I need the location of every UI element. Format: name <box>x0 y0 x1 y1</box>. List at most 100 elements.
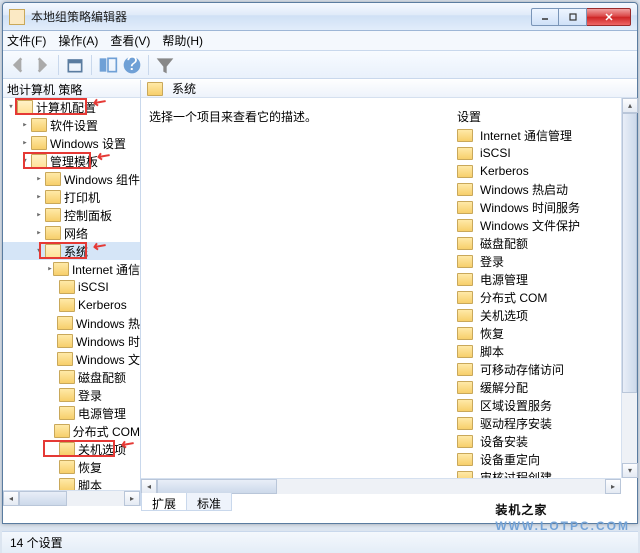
menu-help[interactable]: 帮助(H) <box>162 32 203 49</box>
list-item[interactable]: Windows 文件保护 <box>457 216 619 234</box>
tree-item[interactable]: ▸软件设置 <box>3 116 140 134</box>
tree-item-label: Windows 时 <box>76 333 140 350</box>
folder-icon <box>457 273 473 286</box>
tree-item[interactable]: Windows 时 <box>3 332 140 350</box>
expand-icon[interactable]: ▾ <box>19 156 31 166</box>
list-item[interactable]: 驱动程序安装 <box>457 414 619 432</box>
list-item[interactable]: 区域设置服务 <box>457 396 619 414</box>
scroll-left-icon[interactable]: ◂ <box>141 479 157 494</box>
minimize-button[interactable] <box>531 8 559 26</box>
list-item[interactable]: 审核过程创建 <box>457 468 619 478</box>
tree-hscrollbar[interactable]: ◂ ▸ <box>3 490 140 506</box>
tree-item[interactable]: 恢复 <box>3 458 140 476</box>
tree-item[interactable]: ▾管理模板 <box>3 152 140 170</box>
list-item[interactable]: 关机选项 <box>457 306 619 324</box>
detail-hscrollbar[interactable]: ◂ ▸ <box>141 478 621 494</box>
tree-item[interactable]: Windows 文 <box>3 350 140 368</box>
list-item-label: 电源管理 <box>480 271 528 288</box>
folder-icon <box>457 255 473 268</box>
scroll-left-icon[interactable]: ◂ <box>3 491 19 506</box>
help-icon[interactable]: ? <box>121 54 143 76</box>
tree-item[interactable]: ▸Windows 组件 <box>3 170 140 188</box>
scroll-track[interactable] <box>622 113 637 463</box>
menu-action[interactable]: 操作(A) <box>58 32 98 49</box>
scroll-thumb[interactable] <box>622 113 637 393</box>
tree-item[interactable]: ▾系统 <box>3 242 140 260</box>
expand-icon[interactable]: ▸ <box>19 138 31 148</box>
tab-standard[interactable]: 标准 <box>186 493 232 511</box>
tree-item[interactable]: 关机选项 <box>3 440 140 458</box>
tree-item[interactable]: ▸Internet 通信 <box>3 260 140 278</box>
list-item[interactable]: 脚本 <box>457 342 619 360</box>
scroll-up-icon[interactable]: ▴ <box>622 98 638 113</box>
menu-view[interactable]: 查看(V) <box>110 32 150 49</box>
folder-icon <box>457 183 473 196</box>
list-item[interactable]: Windows 热启动 <box>457 180 619 198</box>
list-item[interactable]: Kerberos <box>457 162 619 180</box>
tree-item[interactable]: ▾计算机配置 <box>3 98 140 116</box>
expand-icon[interactable]: ▾ <box>5 102 17 112</box>
scroll-right-icon[interactable]: ▸ <box>124 491 140 506</box>
tree-item[interactable]: 脚本 <box>3 476 140 490</box>
tree-item-label: 控制面板 <box>64 207 112 224</box>
menu-file[interactable]: 文件(F) <box>7 32 46 49</box>
expand-icon[interactable]: ▸ <box>33 174 45 184</box>
list-item[interactable]: 设备重定向 <box>457 450 619 468</box>
folder-icon <box>457 399 473 412</box>
expand-icon[interactable]: ▸ <box>19 120 31 130</box>
tree-item[interactable]: Windows 热 <box>3 314 140 332</box>
scroll-thumb[interactable] <box>157 479 277 494</box>
tab-extended[interactable]: 扩展 <box>141 493 187 511</box>
vscrollbar[interactable]: ▴ ▾ <box>621 98 637 478</box>
folder-icon <box>457 237 473 250</box>
list-item[interactable]: Windows 时间服务 <box>457 198 619 216</box>
tree-item[interactable]: 分布式 COM <box>3 422 140 440</box>
scroll-thumb[interactable] <box>19 491 67 506</box>
expand-icon[interactable]: ▸ <box>33 228 45 238</box>
list-item-label: Windows 时间服务 <box>480 199 580 216</box>
back-button[interactable] <box>7 54 29 76</box>
tree-item[interactable]: Kerberos <box>3 296 140 314</box>
list-item[interactable]: 登录 <box>457 252 619 270</box>
maximize-button[interactable] <box>559 8 587 26</box>
scroll-track[interactable] <box>277 479 605 494</box>
tree-item[interactable]: ▸ 控制面板 <box>3 206 140 224</box>
up-button[interactable] <box>64 54 86 76</box>
list-item[interactable]: 恢复 <box>457 324 619 342</box>
show-hide-button[interactable] <box>97 54 119 76</box>
expand-icon[interactable]: ▸ <box>33 210 45 220</box>
tree-item[interactable]: 磁盘配额 <box>3 368 140 386</box>
column-header-setting[interactable]: 设置 <box>457 108 481 125</box>
list-item[interactable]: 电源管理 <box>457 270 619 288</box>
scroll-right-icon[interactable]: ▸ <box>605 479 621 494</box>
tree-item[interactable]: 电源管理 <box>3 404 140 422</box>
list-item[interactable]: 分布式 COM <box>457 288 619 306</box>
scroll-track[interactable] <box>67 491 124 506</box>
list-item[interactable]: iSCSI <box>457 144 619 162</box>
close-button[interactable] <box>587 8 631 26</box>
tree-item[interactable]: ▸网络 <box>3 224 140 242</box>
filter-button[interactable] <box>154 54 176 76</box>
folder-icon <box>59 406 75 420</box>
list-item[interactable]: 可移动存储访问 <box>457 360 619 378</box>
settings-list[interactable]: Internet 通信管理iSCSIKerberosWindows 热启动Win… <box>457 126 619 478</box>
list-item-label: 分布式 COM <box>480 289 547 306</box>
tree-item-label: Windows 热 <box>76 315 140 332</box>
tree-item[interactable]: ▸Windows 设置 <box>3 134 140 152</box>
list-item[interactable]: Internet 通信管理 <box>457 126 619 144</box>
tree-body[interactable]: ▾计算机配置▸软件设置▸Windows 设置▾管理模板▸Windows 组件▸打… <box>3 98 140 490</box>
folder-icon <box>457 147 473 160</box>
expand-icon[interactable]: ▸ <box>33 192 45 202</box>
scroll-down-icon[interactable]: ▾ <box>622 463 638 478</box>
tree-header[interactable]: 地计算机 策略 <box>3 80 140 98</box>
folder-icon <box>457 201 473 214</box>
list-item[interactable]: 缓解分配 <box>457 378 619 396</box>
titlebar[interactable]: 本地组策略编辑器 <box>3 3 637 31</box>
list-item[interactable]: 磁盘配额 <box>457 234 619 252</box>
forward-button[interactable] <box>31 54 53 76</box>
tree-item[interactable]: iSCSI <box>3 278 140 296</box>
tree-item[interactable]: 登录 <box>3 386 140 404</box>
list-item[interactable]: 设备安装 <box>457 432 619 450</box>
expand-icon[interactable]: ▾ <box>33 246 45 256</box>
tree-item[interactable]: ▸打印机 <box>3 188 140 206</box>
